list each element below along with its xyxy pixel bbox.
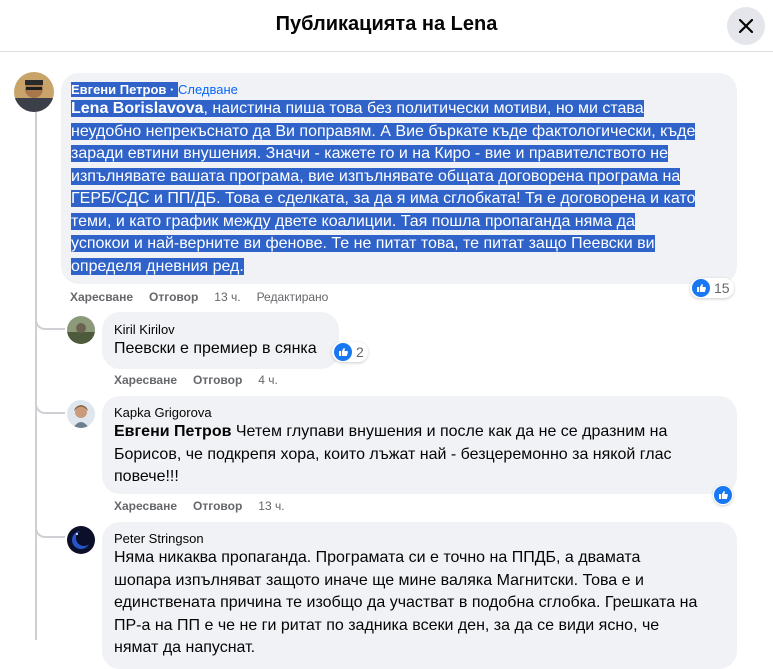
comment-bubble: Kapka Grigorova Евгени Петров Четем глуп…	[102, 396, 737, 494]
thread-line	[35, 110, 37, 640]
reply-button[interactable]: Отговор	[193, 373, 242, 387]
mention-link[interactable]: Евгени Петров	[114, 423, 231, 440]
avatar[interactable]	[67, 316, 95, 344]
dialog-title: Публикацията на Lena	[275, 13, 498, 35]
timestamp[interactable]: 13 ч.	[258, 499, 284, 513]
mention-link[interactable]: Lena Borislavova	[71, 100, 204, 117]
follow-link[interactable]: Следване	[178, 82, 238, 97]
comment-line: определя дневния ред.	[71, 257, 244, 275]
thread-branch	[35, 526, 65, 538]
reaction-badge[interactable]	[713, 485, 733, 505]
comment-line: повече!!!	[114, 468, 179, 485]
reaction-number: 2	[356, 344, 364, 360]
comment-actions: Харесване Отговор 13 ч. Редактирано	[70, 290, 344, 304]
like-icon	[692, 279, 710, 297]
reaction-count[interactable]: 2	[332, 342, 368, 362]
comment-bubble: Kiril Kirilov Пеевски е премиер в сянка	[102, 312, 339, 369]
close-button[interactable]	[727, 7, 765, 45]
comment-line: Четем глупави внушения и после как да не…	[231, 423, 668, 440]
like-button[interactable]: Харесване	[114, 373, 177, 387]
comment-line: ПР-а на ПП е че не ги ритат по задника в…	[114, 616, 660, 634]
thread-branch	[35, 318, 65, 330]
timestamp[interactable]: 13 ч.	[214, 290, 240, 304]
avatar[interactable]	[67, 400, 95, 428]
comment-line: заради евтини внушения. Значи - кажете г…	[71, 145, 669, 162]
comment-line: неудобно непрекъснато да Ви поправям. А …	[71, 122, 696, 140]
comment-actions: Харесване Отговор 13 ч.	[114, 499, 301, 513]
like-icon	[334, 343, 352, 361]
comment-line: Няма никаква пропаганда. Програмата си е…	[114, 549, 641, 566]
like-icon	[714, 486, 732, 504]
thread-branch	[35, 402, 65, 414]
timestamp[interactable]: 4 ч.	[258, 373, 278, 387]
comment-line: Борисов, че подкрепя хора, които лъжат н…	[114, 445, 672, 463]
comment-author[interactable]: Kapka Grigorova	[114, 404, 725, 421]
comment-line: успокои и най-верните ви фенове. Те не п…	[71, 235, 655, 252]
comment-text: Lena Borislavova, наистина пиша това без…	[71, 98, 727, 278]
comment-author[interactable]: Peter Stringson	[114, 530, 725, 547]
comment-line: , наистина пиша това без политически мот…	[203, 100, 644, 117]
reaction-number: 15	[714, 280, 730, 296]
edited-label: Редактирано	[256, 290, 329, 304]
comment-text: Няма никаква пропаганда. Програмата си е…	[114, 547, 725, 660]
comment-line: изпълнявате вашата програма, вие изпълня…	[71, 167, 681, 185]
comment-line: единствената причина те изобщо да участв…	[114, 594, 698, 611]
comment-author[interactable]: Евгени Петров	[71, 82, 167, 97]
comment-actions: Харесване Отговор 4 ч.	[114, 373, 294, 387]
dialog-header: Публикацията на Lena	[0, 0, 773, 52]
avatar[interactable]	[67, 526, 95, 554]
comment-line: ГЕРБ/СДС и ПП/ДБ. Това е сделката, за да…	[71, 190, 696, 207]
comment-line: шопара изпълняват защото иначе ще мине в…	[114, 571, 644, 589]
like-button[interactable]: Харесване	[114, 499, 177, 513]
comment-text: Евгени Петров Четем глупави внушения и п…	[114, 421, 725, 489]
reaction-count[interactable]: 15	[690, 278, 734, 298]
comment-author[interactable]: Kiril Kirilov	[114, 321, 327, 338]
comment-line: нямат да напуснат.	[114, 639, 256, 656]
comment-bubble: Peter Stringson Няма никаква пропаганда.…	[102, 522, 737, 669]
comment-text: Пеевски е премиер в сянка	[114, 340, 317, 357]
reply-button[interactable]: Отговор	[149, 290, 198, 304]
comment-bubble: Евгени Петров · Следване Lena Borislavov…	[61, 73, 737, 284]
like-button[interactable]: Харесване	[70, 290, 133, 304]
comment-line: теми, и като график между двете коалиции…	[71, 212, 635, 230]
reply-button[interactable]: Отговор	[193, 499, 242, 513]
close-icon	[739, 19, 753, 33]
avatar[interactable]	[14, 72, 54, 112]
author-separator: ·	[166, 82, 178, 97]
